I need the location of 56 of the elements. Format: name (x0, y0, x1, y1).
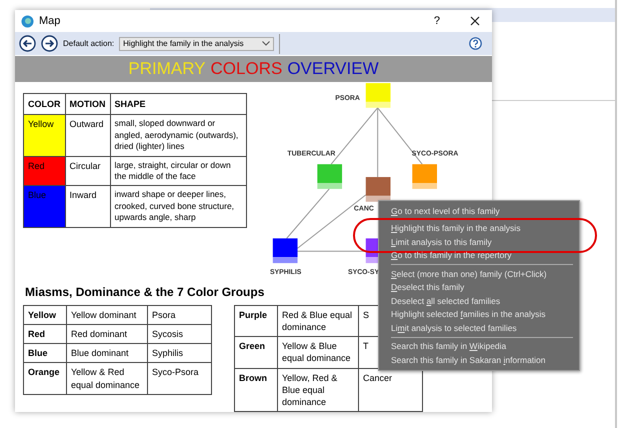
table-cell: Red & Blue equal dominance (278, 306, 358, 337)
table-cell: Purple (234, 306, 278, 337)
table-cell: Red (24, 324, 66, 344)
column-header: COLOR (24, 94, 65, 115)
table-cell: Brown (234, 368, 278, 412)
menu-item[interactable]: Highlight this family in the analysis (379, 222, 579, 235)
table-cell: inward shape or deeper lines, crooked, curved bone structure, upwards angle, sharp (110, 186, 246, 228)
color-swatch-cell: Blue (24, 186, 65, 228)
default-action-dropdown[interactable]: Highlight the family in the analysis (119, 36, 274, 50)
table-cell: Circular (65, 156, 110, 186)
forward-button[interactable] (41, 35, 58, 52)
question-mark-icon (469, 37, 482, 50)
table-cell: Red dominant (66, 324, 148, 344)
column-header: MOTION (65, 94, 110, 115)
table-cell: small, sloped downward or angled, aerodynamic (outwards), dried (lighter) lines (110, 114, 246, 156)
chevron-down-icon (262, 41, 270, 46)
table-cell: Blue (24, 344, 66, 363)
menu-item[interactable]: Go to next level of this family (379, 204, 579, 218)
table-cell: Yellow dominant (66, 306, 148, 325)
table-cell: Psora (148, 306, 212, 325)
family-node[interactable] (412, 164, 437, 189)
table-cell: Outward (65, 114, 110, 156)
table-cell: Syco-Psora (148, 362, 212, 394)
banner-word: OVERVIEW (287, 59, 379, 79)
family-node[interactable] (316, 164, 342, 189)
menu-item[interactable]: Select (more than one) family (Ctrl+Click) (379, 267, 579, 280)
banner-word: COLORS (210, 59, 282, 79)
table-cell: Yellow, Red & Blue equal dominance (278, 368, 358, 412)
back-button[interactable] (19, 35, 36, 52)
menu-item[interactable]: Go to this family in the repertory (379, 248, 579, 262)
color-swatch-cell: Red (24, 156, 65, 186)
menu-item[interactable]: Deselect all selected families (379, 294, 579, 308)
table-cell: Sycosis (148, 324, 212, 344)
banner-word: PRIMARY (128, 59, 206, 79)
table-cell: Green (234, 336, 278, 368)
family-node[interactable] (365, 83, 390, 108)
menu-item[interactable]: Deselect this family (379, 280, 579, 294)
table-cell: Orange (24, 362, 66, 394)
family-node[interactable] (365, 177, 390, 202)
close-icon (470, 16, 480, 26)
table-cell: Syphilis (148, 344, 212, 363)
table-cell: large, straight, circular or down the middle of the face (110, 156, 246, 186)
app-icon (21, 14, 34, 28)
table-cell: Yellow & Red equal dominance (66, 362, 148, 394)
table-cell: Blue dominant (66, 344, 148, 363)
table-cell: Yellow & Blue equal dominance (278, 336, 358, 368)
menu-item[interactable]: Limit analysis to this family (379, 235, 579, 248)
default-action-label: Default action: (63, 39, 114, 48)
family-node[interactable] (272, 238, 298, 264)
section-heading: Miasms, Dominance & the 7 Color Groups (25, 285, 264, 299)
help-button[interactable]: ? (428, 15, 446, 27)
window-title: Map (39, 15, 62, 27)
color-swatch-cell: Yellow (24, 114, 65, 156)
table-cell: Inward (65, 186, 110, 228)
table-cell: Yellow (24, 306, 66, 325)
column-header: SHAPE (110, 94, 246, 115)
